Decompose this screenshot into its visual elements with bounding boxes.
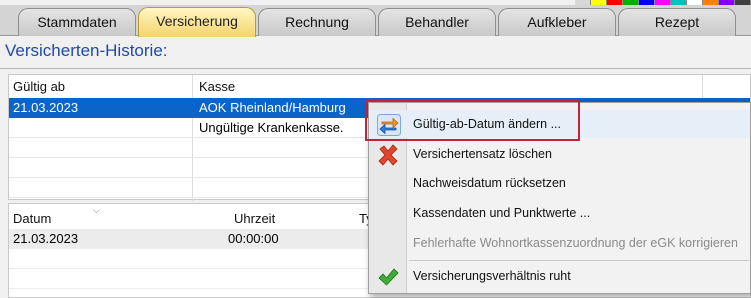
tab-label: Stammdaten: [37, 14, 117, 30]
tab-rezept[interactable]: Rezept: [618, 8, 736, 36]
column-header-kasse[interactable]: Kasse: [195, 75, 515, 97]
menu-item-label: Kassendaten und Punktwerte ...: [413, 206, 591, 220]
title-divider: [0, 68, 751, 69]
menu-item-reset-proof-date[interactable]: Nachweisdatum rücksetzen: [369, 169, 750, 197]
menu-item-delete-insurance-record[interactable]: Versichertensatz löschen: [369, 140, 750, 168]
cell-kasse: AOK Rheinland/Hamburg: [199, 100, 346, 115]
tab-behandler[interactable]: Behandler: [378, 8, 496, 36]
column-header-gueltig-ab[interactable]: Gültig ab: [9, 75, 191, 97]
column-header-datum[interactable]: Datum: [9, 207, 159, 229]
menu-item-change-valid-from-date[interactable]: Gültig-ab-Datum ändern ...: [369, 110, 750, 138]
menu-item-fix-residence-fund-assignment: Fehlerhafte Wohnortkassenzuordnung der e…: [369, 229, 750, 257]
tab-label: Behandler: [405, 14, 469, 30]
tab-label: Versicherung: [156, 13, 238, 29]
menu-item-label: Versicherungsverhältnis ruht: [413, 269, 571, 283]
tab-bar: Stammdaten Versicherung Rechnung Behandl…: [0, 5, 751, 37]
column-header-uhrzeit[interactable]: Uhrzeit: [230, 207, 340, 229]
tab-aufkleber[interactable]: Aufkleber: [498, 8, 616, 36]
tab-label: Aufkleber: [527, 14, 587, 30]
tab-label: Rechnung: [285, 14, 349, 30]
menu-item-label: Gültig-ab-Datum ändern ...: [413, 117, 561, 131]
menu-item-label: Nachweisdatum rücksetzen: [413, 176, 566, 190]
tab-label: Rezept: [654, 14, 700, 30]
cell-gueltig-ab: 21.03.2023: [13, 100, 79, 115]
page-title: Versicherten-Historie:: [5, 41, 168, 60]
menu-separator: [409, 260, 749, 261]
cell-uhrzeit: 00:00:00: [228, 231, 279, 246]
menu-item-fund-data-and-point-values[interactable]: Kassendaten und Punktwerte ...: [369, 199, 750, 227]
swap-arrows-icon: [377, 114, 401, 136]
red-x-icon: [377, 144, 399, 166]
tab-versicherung[interactable]: Versicherung: [138, 7, 256, 37]
tab-rechnung[interactable]: Rechnung: [258, 8, 376, 36]
tab-stammdaten[interactable]: Stammdaten: [18, 8, 136, 36]
menu-item-label: Versichertensatz löschen: [413, 147, 552, 161]
cell-datum: 21.03.2023: [13, 231, 79, 246]
green-check-icon: [377, 266, 399, 286]
menu-item-insurance-suspended[interactable]: Versicherungsverhältnis ruht: [369, 262, 750, 290]
cell-gueltig-ab: [9, 118, 13, 138]
cell-kasse: Ungültige Krankenkasse.: [199, 120, 344, 135]
menu-item-label: Fehlerhafte Wohnortkassenzuordnung der e…: [413, 236, 738, 250]
context-menu: Gültig-ab-Datum ändern ... Versichertens…: [368, 102, 751, 294]
